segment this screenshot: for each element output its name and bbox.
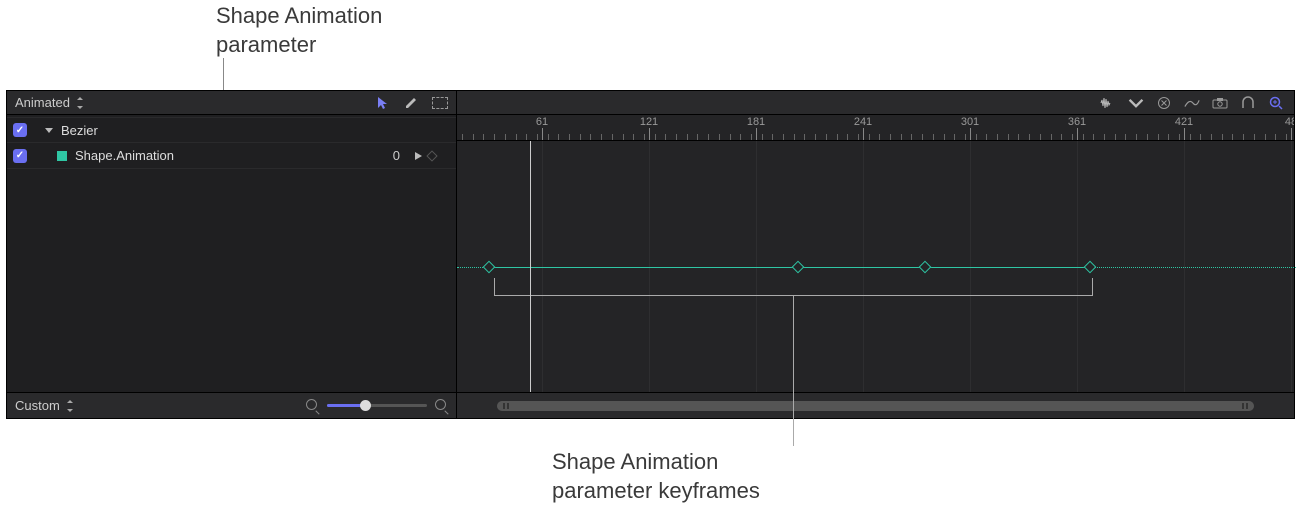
filter-dropdown[interactable]: Animated xyxy=(15,95,84,110)
horizontal-scrollbar[interactable] xyxy=(497,401,1254,411)
zoom-out-icon[interactable] xyxy=(306,399,319,412)
animation-curve[interactable] xyxy=(489,267,1090,268)
filter-dropdown-label: Animated xyxy=(15,95,70,110)
callout-bottom: Shape Animation parameter keyframes xyxy=(552,448,760,505)
ruler-label: 181 xyxy=(747,116,765,128)
parameter-list-header: Animated xyxy=(7,91,456,115)
parameter-list-footer: Custom xyxy=(7,392,456,418)
snap-icon[interactable] xyxy=(1240,96,1256,110)
box-tool[interactable] xyxy=(432,97,448,109)
keyframe-marker[interactable] xyxy=(919,261,932,274)
ruler-label: 121 xyxy=(640,116,658,128)
next-keyframe-icon[interactable] xyxy=(414,151,424,161)
time-ruler[interactable]: 61 121 181 241 301 361 421 48 xyxy=(457,115,1294,141)
parameter-value[interactable]: 0 xyxy=(393,148,400,163)
audio-waveform-icon[interactable] xyxy=(1100,96,1116,110)
add-keyframe-icon[interactable] xyxy=(426,150,437,161)
callout-top: Shape Animation parameter xyxy=(216,2,382,59)
row-label: Shape.Animation xyxy=(75,148,174,163)
keyframe-marker[interactable] xyxy=(792,261,805,274)
row-label: Bezier xyxy=(61,123,98,138)
timeline-footer xyxy=(457,392,1294,418)
keyframe-marker[interactable] xyxy=(1084,261,1097,274)
ruler-label: 241 xyxy=(854,116,872,128)
zoom-slider[interactable] xyxy=(327,404,427,407)
select-tool[interactable] xyxy=(376,96,390,110)
scrollbar-thumb[interactable] xyxy=(497,401,1254,411)
keyframe-nav xyxy=(414,151,436,161)
clear-icon[interactable] xyxy=(1156,96,1172,110)
tree-row-bezier[interactable]: ✓ Bezier xyxy=(7,117,456,143)
keyframe-marker[interactable] xyxy=(483,261,496,274)
disclosure-triangle-icon[interactable] xyxy=(45,128,53,133)
enable-checkbox[interactable]: ✓ xyxy=(13,149,27,163)
panel-body: Animated ✓ Bezi xyxy=(7,91,1294,418)
timeline-panel: 61 121 181 241 301 361 421 48 xyxy=(457,91,1294,418)
curve-graph[interactable] xyxy=(457,141,1294,392)
tree-row-shape-animation[interactable]: ✓ Shape.Animation 0 xyxy=(7,143,456,169)
row-controls: 0 xyxy=(393,148,456,163)
ruler-label: 361 xyxy=(1068,116,1086,128)
parameter-tree: ✓ Bezier ✓ Shape.Animation 0 xyxy=(7,115,456,392)
timeline-toolbar xyxy=(457,91,1294,115)
curve-mode-dropdown[interactable]: Custom xyxy=(15,398,74,413)
zoom-icon[interactable] xyxy=(1268,96,1284,110)
ruler-label: 421 xyxy=(1175,116,1193,128)
vertical-zoom xyxy=(306,399,448,412)
ruler-label: 61 xyxy=(536,116,548,128)
ruler-label: 301 xyxy=(961,116,979,128)
color-chip-icon xyxy=(57,151,67,161)
callout-bottom-line xyxy=(793,296,794,446)
zoom-fill xyxy=(327,404,362,407)
keyframe-editor: Animated ✓ Bezi xyxy=(6,90,1295,419)
fit-curve-icon[interactable] xyxy=(1184,96,1200,110)
zoom-in-icon[interactable] xyxy=(435,399,448,412)
curve-mode-label: Custom xyxy=(15,398,60,413)
zoom-handle[interactable] xyxy=(360,400,371,411)
ruler-label: 48 xyxy=(1285,116,1294,128)
updown-caret-icon xyxy=(76,97,84,109)
parameter-list-panel: Animated ✓ Bezi xyxy=(7,91,457,418)
enable-checkbox[interactable]: ✓ xyxy=(13,123,27,137)
playhead[interactable] xyxy=(530,141,531,392)
sketch-tool[interactable] xyxy=(404,96,418,110)
callout-bracket xyxy=(494,278,1093,296)
updown-caret-icon xyxy=(66,400,74,412)
snapshot-icon[interactable] xyxy=(1212,96,1228,110)
edit-tools xyxy=(376,96,448,110)
dropdown-caret-icon[interactable] xyxy=(1128,96,1144,110)
